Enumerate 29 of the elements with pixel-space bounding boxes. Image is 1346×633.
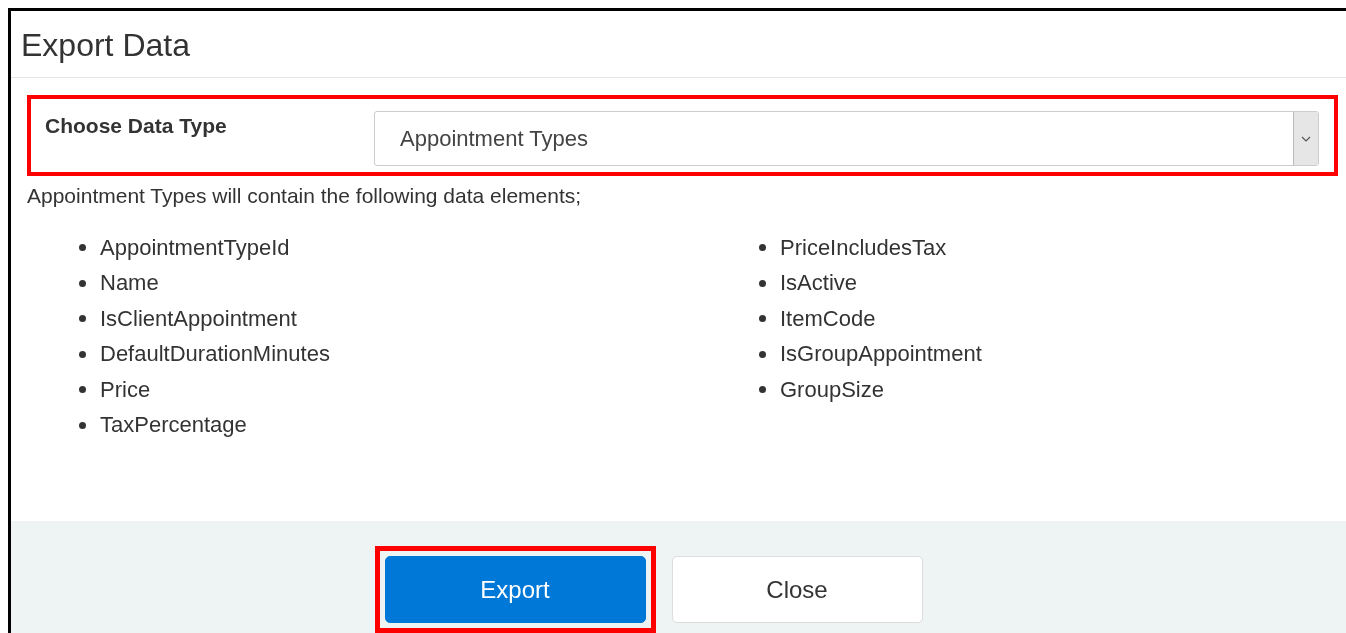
bullet-icon: [759, 350, 766, 358]
chevron-down-icon: [1301, 135, 1311, 142]
data-element: TaxPercentage: [100, 412, 247, 439]
bullet-icon: [79, 350, 86, 358]
data-element: GroupSize: [780, 376, 884, 403]
data-element: Name: [100, 270, 159, 297]
data-element: IsActive: [780, 270, 858, 297]
bullet-icon: [759, 315, 766, 323]
bullet-icon: [79, 279, 86, 287]
description-text: Appointment Types will contain the following data elements;: [27, 184, 583, 208]
bullet-icon: [79, 421, 86, 429]
bullet-icon: [79, 244, 86, 252]
data-element: Price: [100, 376, 151, 403]
data-element: IsGroupAppointment: [780, 341, 982, 368]
bullet-icon: [759, 279, 766, 287]
bullet-icon: [79, 315, 86, 323]
bullet-icon: [759, 386, 766, 394]
data-element: IsClientAppointment: [100, 305, 297, 332]
field-label: Choose Data Type: [45, 113, 228, 138]
dialog-title: Export Data: [21, 26, 190, 65]
export-button[interactable]: Export: [384, 556, 646, 623]
bullet-icon: [759, 244, 766, 252]
data-element: AppointmentTypeId: [100, 234, 290, 261]
close-button[interactable]: Close: [671, 556, 923, 623]
data-element: ItemCode: [780, 305, 876, 332]
data-type-select[interactable]: Appointment Types: [374, 111, 1319, 166]
data-element: DefaultDurationMinutes: [100, 341, 330, 368]
bullet-icon: [79, 386, 86, 394]
data-element: PriceIncludesTax: [780, 234, 947, 261]
